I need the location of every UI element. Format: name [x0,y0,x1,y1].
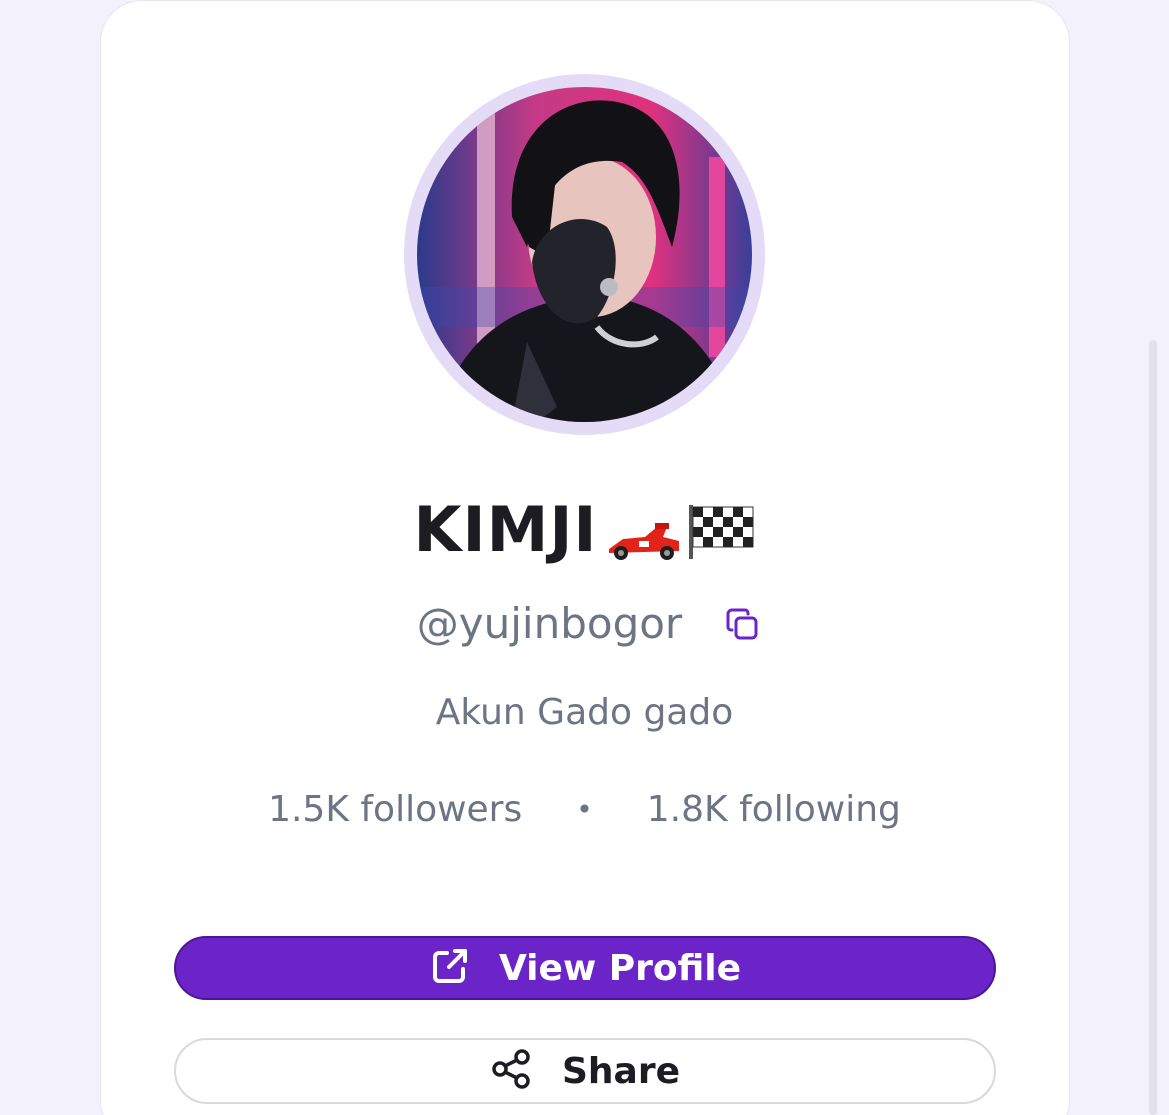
name-emoji-group [605,495,755,565]
copy-icon[interactable] [722,604,762,644]
stats-separator: • [576,793,593,826]
follow-stats: 1.5K followers • 1.8K following [0,785,1169,835]
view-profile-button[interactable]: View Profile [174,936,996,1000]
profile-page: KIMJI @yujinbogor Akun Gado gado 1.5K fo… [0,0,1169,1115]
display-name: KIMJI [413,493,598,566]
share-label: Share [561,1050,681,1092]
display-name-row: KIMJI [0,492,1169,568]
username-handle: @yujinbogor [416,599,683,648]
checkered-flag-icon [687,503,755,565]
following-count[interactable]: 1.8K following [647,785,901,835]
bio-text: Akun Gado gado [435,692,734,733]
avatar[interactable] [417,87,752,422]
share-icon [490,1047,534,1095]
view-profile-label: View Profile [498,947,742,989]
racing-car-icon [605,521,683,565]
followers-count[interactable]: 1.5K followers [268,785,522,835]
handle-row: @yujinbogor [0,596,1169,652]
share-button[interactable]: Share [174,1038,996,1104]
external-link-icon [429,945,471,991]
